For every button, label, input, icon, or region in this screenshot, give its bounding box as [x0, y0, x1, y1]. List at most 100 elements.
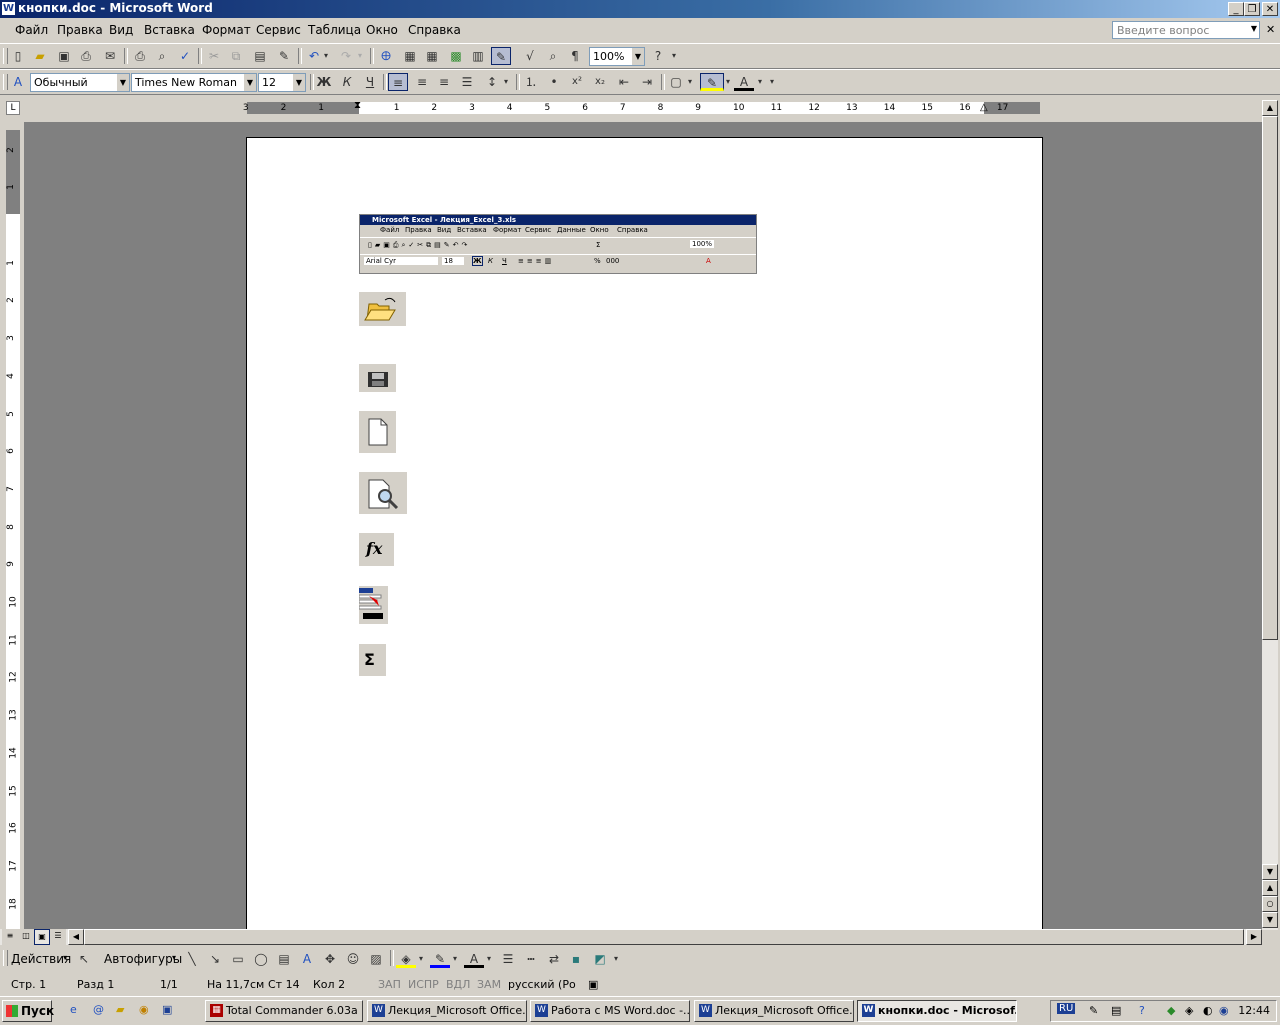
dash-style-icon[interactable]: ┅	[521, 950, 541, 968]
font-color-dropdown-icon[interactable]: ▾	[483, 950, 495, 968]
border-dropdown-icon[interactable]: ▾	[684, 73, 696, 91]
help-icon[interactable]: ?	[1139, 1004, 1145, 1017]
task-total-commander[interactable]: ▦ Total Commander 6.03a ...	[205, 1000, 363, 1022]
hyperlink-icon[interactable]: 🜨	[376, 47, 396, 65]
highlight-icon[interactable]: ✎	[700, 73, 724, 91]
fill-dropdown-icon[interactable]: ▾	[415, 950, 427, 968]
select-objects-icon[interactable]: ↖	[74, 950, 94, 968]
fill-color-icon[interactable]: ◈	[396, 950, 416, 968]
hscroll-thumb[interactable]	[84, 929, 1244, 945]
align-left-icon[interactable]: ≡	[388, 73, 408, 91]
format-painter-icon[interactable]: ✎	[274, 47, 294, 65]
scroll-down-icon[interactable]: ▼	[1262, 864, 1278, 880]
toolbar-options-icon[interactable]: ▾	[766, 73, 778, 91]
status-extend[interactable]: ВДЛ	[446, 978, 470, 991]
diagram-icon[interactable]: ✥	[320, 950, 340, 968]
line-spacing-dropdown-icon[interactable]: ▾	[500, 73, 512, 91]
scroll-right-icon[interactable]: ▶	[1246, 929, 1262, 945]
clock[interactable]: 12:44	[1238, 1004, 1270, 1017]
folder-icon[interactable]: ▰	[116, 1003, 124, 1016]
spelling-icon[interactable]: ✓	[175, 47, 195, 65]
chevron-down-icon[interactable]: ▼	[117, 74, 129, 91]
increase-indent-icon[interactable]: ⇥	[637, 73, 657, 91]
media-icon[interactable]: ◉	[139, 1003, 149, 1016]
arrow-icon[interactable]: ↘	[205, 950, 225, 968]
rectangle-icon[interactable]: ▭	[228, 950, 248, 968]
normal-view-icon[interactable]: ≡	[2, 929, 18, 945]
autoshapes-menu[interactable]: Автофигуры	[104, 952, 182, 966]
highlight-dropdown-icon[interactable]: ▾	[722, 73, 734, 91]
quicklaunch-save-icon[interactable]: ▣	[162, 1003, 172, 1016]
tables-borders-icon[interactable]: ▦	[400, 47, 420, 65]
web-view-icon[interactable]: ◫	[18, 929, 34, 945]
justify-icon[interactable]: ☰	[457, 73, 477, 91]
toolbar-options-icon[interactable]: ▾	[610, 950, 622, 968]
style-combo[interactable]: Обычный ▼	[30, 73, 130, 92]
ie-icon[interactable]: e	[70, 1003, 77, 1016]
line-icon[interactable]: ╲	[182, 950, 202, 968]
chevron-down-icon[interactable]: ▼	[632, 48, 644, 65]
line-style-icon[interactable]: ☰	[498, 950, 518, 968]
font-combo[interactable]: Times New Roman ▼	[131, 73, 257, 92]
bullets-icon[interactable]: •	[544, 73, 564, 91]
bold-button[interactable]: Ж	[314, 73, 334, 91]
text-box-icon[interactable]: ▤	[274, 950, 294, 968]
task-ms-word-work[interactable]: W Работа с MS Word.doc -...	[530, 1000, 690, 1022]
menu-insert[interactable]: Вставка	[144, 23, 195, 37]
shadow-icon[interactable]: ▪	[566, 950, 586, 968]
wordart-icon[interactable]: A	[297, 950, 317, 968]
insert-picture-icon[interactable]: ▨	[366, 950, 386, 968]
style-icon[interactable]: A	[8, 73, 28, 91]
drawing-icon[interactable]: ✎	[491, 47, 511, 65]
task-lecture-2[interactable]: W Лекция_Microsoft Office...	[694, 1000, 854, 1022]
show-formatting-icon[interactable]: ¶	[565, 47, 585, 65]
cut-icon[interactable]: ✂	[204, 47, 224, 65]
superscript-icon[interactable]: x²	[567, 73, 587, 91]
print-icon[interactable]: ⎙	[130, 47, 150, 65]
scroll-left-icon[interactable]: ◀	[68, 929, 84, 945]
help-icon[interactable]: ?	[648, 47, 668, 65]
align-center-icon[interactable]: ≡	[412, 73, 432, 91]
decrease-indent-icon[interactable]: ⇤	[614, 73, 634, 91]
vertical-scrollbar[interactable]: ▲ ▼ ▲ ○ ▼	[1262, 100, 1278, 930]
restore-button[interactable]: ❐	[1244, 2, 1260, 16]
print-preview-icon[interactable]: ⌕	[152, 47, 172, 65]
align-right-icon[interactable]: ≡	[434, 73, 454, 91]
word-icon[interactable]: W	[2, 2, 15, 15]
menu-window[interactable]: Окно	[366, 23, 398, 37]
menu-view[interactable]: Вид	[109, 23, 133, 37]
vertical-ruler[interactable]: 2 1 1 2 3 4 5 6 7 8 9 10 11 12 13 14 15 16 17 18	[6, 130, 20, 930]
size-combo[interactable]: 12 ▼	[258, 73, 306, 92]
status-track[interactable]: ИСПР	[408, 978, 439, 991]
menu-table[interactable]: Таблица	[308, 23, 361, 37]
outlook-icon[interactable]: @	[93, 1003, 104, 1016]
indent-marker-icon[interactable]: ⧗	[354, 100, 361, 111]
toolbar-options-icon[interactable]: ▾	[668, 47, 680, 65]
font-color-icon[interactable]: A	[464, 950, 484, 968]
line-color-icon[interactable]: ✎	[430, 950, 450, 968]
toolbar-grip[interactable]	[3, 950, 8, 966]
line-color-dropdown-icon[interactable]: ▾	[449, 950, 461, 968]
open-folder-icon[interactable]: ▰	[30, 47, 50, 65]
language-indicator[interactable]: RU	[1057, 1003, 1076, 1014]
chevron-down-icon[interactable]: ▼	[244, 74, 256, 91]
volume-icon[interactable]: ◐	[1203, 1004, 1213, 1017]
numbering-icon[interactable]: ⒈	[521, 73, 541, 91]
next-page-icon[interactable]: ▼	[1262, 912, 1278, 928]
network-icon[interactable]: ◆	[1167, 1004, 1175, 1017]
columns-icon[interactable]: ▥	[468, 47, 488, 65]
redo-icon[interactable]: ↷	[336, 47, 356, 65]
horizontal-ruler[interactable]: 3 2 1 1 2 3 4 5 6 7 8 9 10 11 12 13 14 15 16 17 ⧗ △	[243, 100, 1040, 114]
permission-icon[interactable]: ⎙	[76, 47, 96, 65]
minimize-button[interactable]: _	[1228, 2, 1244, 16]
page[interactable]: Microsoft Excel - Лекция_Excel_3.xls Фай…	[246, 137, 1043, 939]
previous-page-icon[interactable]: ▲	[1262, 880, 1278, 896]
font-color-icon[interactable]: A	[734, 73, 754, 91]
zoom-combo[interactable]: 100% ▼	[589, 47, 645, 66]
horizontal-scrollbar[interactable]: ≡ ◫ ▣ ☰ ◀ ▶	[0, 929, 1262, 945]
copy-icon[interactable]: ⧉	[226, 47, 246, 65]
status-overtype[interactable]: ЗАМ	[477, 978, 501, 991]
line-spacing-icon[interactable]: ↕	[482, 73, 502, 91]
spelling-status-icon[interactable]: ▣	[588, 978, 598, 991]
3d-icon[interactable]: ◩	[590, 950, 610, 968]
